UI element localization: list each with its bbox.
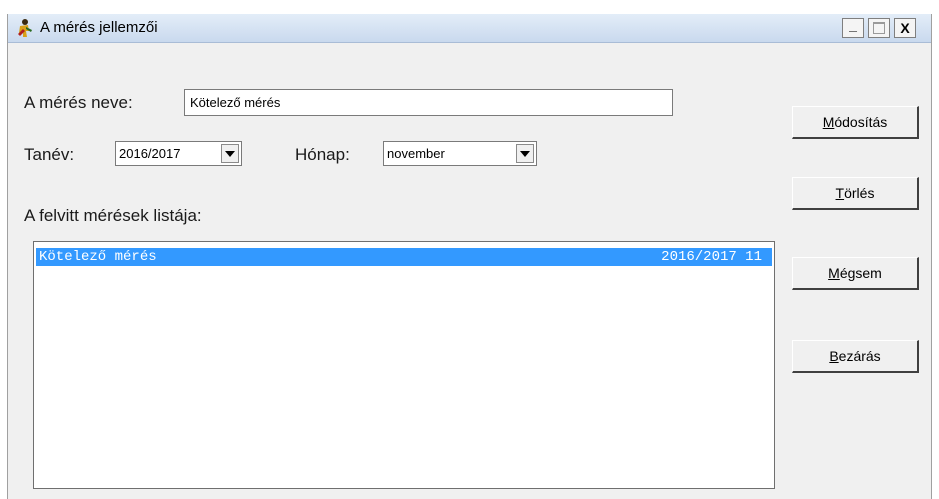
month-select[interactable]: november — [383, 141, 537, 166]
school-year-select[interactable]: 2016/2017 — [115, 141, 242, 166]
month-value: november — [387, 146, 445, 161]
close-mnemonic: B — [829, 348, 839, 364]
close-icon: X — [900, 20, 910, 36]
cancel-mnemonic: M — [828, 265, 840, 281]
cancel-label: égsem — [839, 265, 882, 281]
cancel-button[interactable]: Mégsem — [792, 257, 919, 290]
close-button[interactable]: X — [894, 18, 916, 38]
delete-label: örlés — [844, 185, 875, 201]
list-item-name: Kötelező mérés — [39, 249, 157, 265]
school-year-value: 2016/2017 — [119, 146, 181, 161]
chevron-down-icon[interactable] — [221, 144, 239, 163]
minimize-icon: _ — [849, 17, 857, 33]
measurements-list[interactable]: Kötelező mérés 2016/2017 11 — [33, 241, 775, 489]
list-item[interactable]: Kötelező mérés 2016/2017 11 — [36, 248, 772, 266]
dialog-window: A mérés jellemzői _ X A mérés neve: Köte… — [7, 14, 932, 499]
chevron-down-icon[interactable] — [516, 144, 534, 163]
close-label: ezárás — [838, 348, 881, 364]
minimize-button[interactable]: _ — [842, 18, 864, 38]
school-year-label: Tanév: — [24, 145, 75, 164]
month-label: Hónap: — [295, 145, 350, 164]
list-item-period: 2016/2017 11 — [661, 249, 762, 265]
measurement-name-input[interactable]: Kötelező mérés — [184, 89, 673, 116]
window-title: A mérés jellemzői — [40, 19, 158, 36]
maximize-icon — [873, 22, 885, 34]
modify-button[interactable]: Módosítás — [792, 106, 919, 139]
modify-label: ódosítás — [834, 114, 888, 130]
app-person-icon — [14, 18, 34, 38]
maximize-button[interactable] — [868, 18, 890, 38]
delete-mnemonic: T — [835, 185, 845, 201]
close-dialog-button[interactable]: Bezárás — [792, 340, 919, 373]
modify-mnemonic: M — [822, 114, 835, 130]
delete-button[interactable]: Törlés — [792, 177, 919, 210]
title-bar[interactable]: A mérés jellemzői _ X — [8, 14, 931, 43]
list-label: A felvitt mérések listája: — [24, 206, 202, 225]
measurement-name-label: A mérés neve: — [24, 93, 133, 112]
